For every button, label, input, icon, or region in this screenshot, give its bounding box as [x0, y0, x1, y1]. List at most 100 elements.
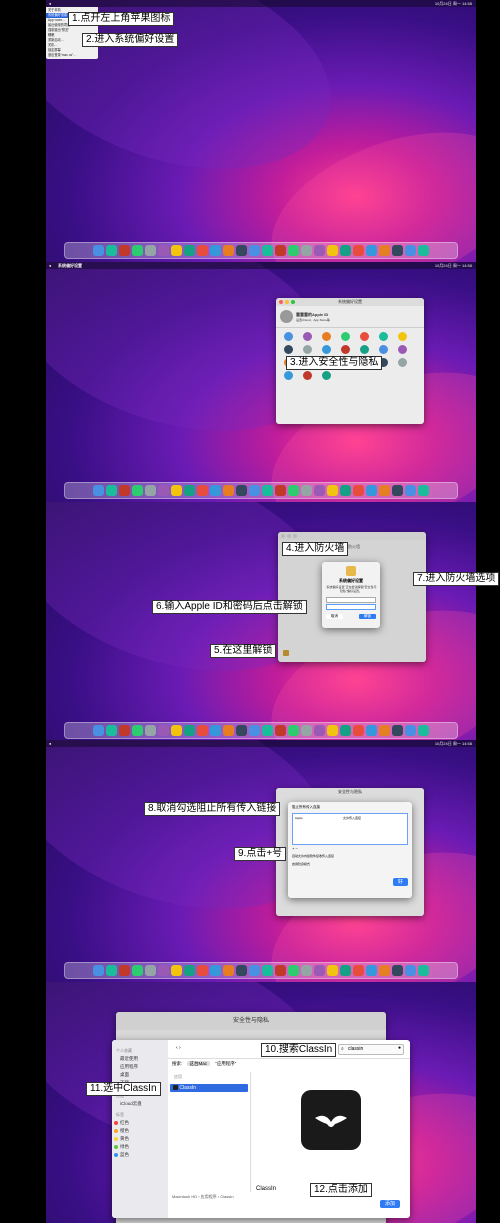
- dock-app-icon[interactable]: [418, 965, 429, 976]
- sidebar-item-apps[interactable]: 应用程序: [112, 1063, 168, 1071]
- dock-app-icon[interactable]: [119, 725, 130, 736]
- dock-app-icon[interactable]: [210, 485, 221, 496]
- dock-app-icon[interactable]: [301, 725, 312, 736]
- dock-app-icon[interactable]: [171, 245, 182, 256]
- dock-app-icon[interactable]: [145, 965, 156, 976]
- unlock-button[interactable]: 解锁: [359, 614, 376, 619]
- dock-app-icon[interactable]: [119, 485, 130, 496]
- dock-app-icon[interactable]: [223, 725, 234, 736]
- add-remove-buttons[interactable]: + −: [292, 846, 408, 851]
- dock-app-icon[interactable]: [366, 725, 377, 736]
- dock-app-icon[interactable]: [262, 485, 273, 496]
- stealth-checkbox[interactable]: 启用隐身模式: [288, 860, 412, 868]
- search-input[interactable]: ⌕ classin ●: [338, 1044, 404, 1055]
- dock-app-icon[interactable]: [405, 725, 416, 736]
- tag-green[interactable]: 绿色: [112, 1143, 168, 1151]
- auto-allow-checkbox[interactable]: 自动允许内建软件接收传入连接: [288, 852, 412, 860]
- preference-pane-icon[interactable]: [396, 358, 409, 367]
- dock-app-icon[interactable]: [262, 725, 273, 736]
- dock-app-icon[interactable]: [301, 485, 312, 496]
- dock-app-icon[interactable]: [158, 245, 169, 256]
- preference-pane-icon[interactable]: [377, 345, 390, 354]
- username-field[interactable]: [326, 597, 376, 603]
- dock-app-icon[interactable]: [314, 965, 325, 976]
- dock-app-icon[interactable]: [327, 725, 338, 736]
- dock-app-icon[interactable]: [132, 725, 143, 736]
- dock-app-icon[interactable]: [405, 485, 416, 496]
- dock-app-icon[interactable]: [236, 965, 247, 976]
- sidebar-item-icloud[interactable]: iCloud云盘: [112, 1100, 168, 1108]
- dock-app-icon[interactable]: [106, 725, 117, 736]
- dock-app-icon[interactable]: [379, 485, 390, 496]
- dock-app-icon[interactable]: [249, 725, 260, 736]
- preference-pane-icon[interactable]: [320, 332, 333, 341]
- dock-app-icon[interactable]: [197, 725, 208, 736]
- preference-pane-icon[interactable]: [339, 345, 352, 354]
- dock-app-icon[interactable]: [236, 245, 247, 256]
- dock-app-icon[interactable]: [275, 725, 286, 736]
- dock-app-icon[interactable]: [119, 965, 130, 976]
- dock-app-icon[interactable]: [158, 725, 169, 736]
- tab-firewall[interactable]: 防火墙: [348, 544, 360, 550]
- dock-app-icon[interactable]: [288, 725, 299, 736]
- dock-app-icon[interactable]: [392, 245, 403, 256]
- dock-app-icon[interactable]: [418, 725, 429, 736]
- dock-app-icon[interactable]: [327, 965, 338, 976]
- dock-app-icon[interactable]: [158, 485, 169, 496]
- dock-app-icon[interactable]: [223, 965, 234, 976]
- dock-app-icon[interactable]: [353, 245, 364, 256]
- dock-app-icon[interactable]: [158, 965, 169, 976]
- dock-app-icon[interactable]: [301, 965, 312, 976]
- dock-app-icon[interactable]: [340, 485, 351, 496]
- dock-app-icon[interactable]: [288, 965, 299, 976]
- apple-logo-icon[interactable]: ●: [49, 740, 51, 747]
- scope-apps[interactable]: “应用程序”: [215, 1061, 236, 1066]
- dock-app-icon[interactable]: [366, 245, 377, 256]
- preference-pane-icon[interactable]: [377, 332, 390, 341]
- app-row-status[interactable]: 允许传入连接: [343, 816, 361, 820]
- dock-app-icon[interactable]: [405, 245, 416, 256]
- dock-app-icon[interactable]: [314, 245, 325, 256]
- dock-app-icon[interactable]: [145, 725, 156, 736]
- preference-pane-icon[interactable]: [358, 332, 371, 341]
- dock-app-icon[interactable]: [366, 485, 377, 496]
- dock-app-icon[interactable]: [171, 725, 182, 736]
- dock-app-icon[interactable]: [132, 485, 143, 496]
- dock-app-icon[interactable]: [392, 725, 403, 736]
- dock-app-icon[interactable]: [132, 245, 143, 256]
- dock-app-icon[interactable]: [145, 245, 156, 256]
- dock-app-icon[interactable]: [93, 245, 104, 256]
- dock-app-icon[interactable]: [353, 485, 364, 496]
- block-all-checkbox[interactable]: 阻止所有传入连接: [288, 802, 412, 813]
- password-field[interactable]: [326, 604, 376, 610]
- dock-app-icon[interactable]: [392, 485, 403, 496]
- dock-app-icon[interactable]: [184, 965, 195, 976]
- cancel-button[interactable]: 取消: [326, 614, 343, 619]
- preference-pane-icon[interactable]: [301, 345, 314, 354]
- dock-app-icon[interactable]: [249, 485, 260, 496]
- apple-menu-icon[interactable]: ●: [49, 0, 51, 7]
- dock-app-icon[interactable]: [93, 965, 104, 976]
- result-row-classin[interactable]: ClassIn: [170, 1084, 248, 1092]
- dock-app-icon[interactable]: [184, 485, 195, 496]
- dock-app-icon[interactable]: [197, 965, 208, 976]
- preference-pane-icon[interactable]: [358, 345, 371, 354]
- tag-red[interactable]: 红色: [112, 1119, 168, 1127]
- dock-app-icon[interactable]: [379, 725, 390, 736]
- dock-app-icon[interactable]: [366, 965, 377, 976]
- dock-app-icon[interactable]: [145, 485, 156, 496]
- dock-app-icon[interactable]: [262, 245, 273, 256]
- dock-app-icon[interactable]: [171, 485, 182, 496]
- dock-app-icon[interactable]: [236, 725, 247, 736]
- app-row-name[interactable]: Apple: [295, 816, 303, 820]
- lock-icon[interactable]: [283, 650, 289, 656]
- tag-blue[interactable]: 蓝色: [112, 1151, 168, 1159]
- dock-app-icon[interactable]: [210, 965, 221, 976]
- dock-app-icon[interactable]: [275, 965, 286, 976]
- dock-app-icon[interactable]: [106, 485, 117, 496]
- dock-app-icon[interactable]: [184, 725, 195, 736]
- apple-logo-icon[interactable]: ●: [49, 262, 51, 269]
- tag-yellow[interactable]: 黄色: [112, 1135, 168, 1143]
- scope-this-mac[interactable]: 这台Mac: [186, 1061, 211, 1066]
- dock-app-icon[interactable]: [184, 245, 195, 256]
